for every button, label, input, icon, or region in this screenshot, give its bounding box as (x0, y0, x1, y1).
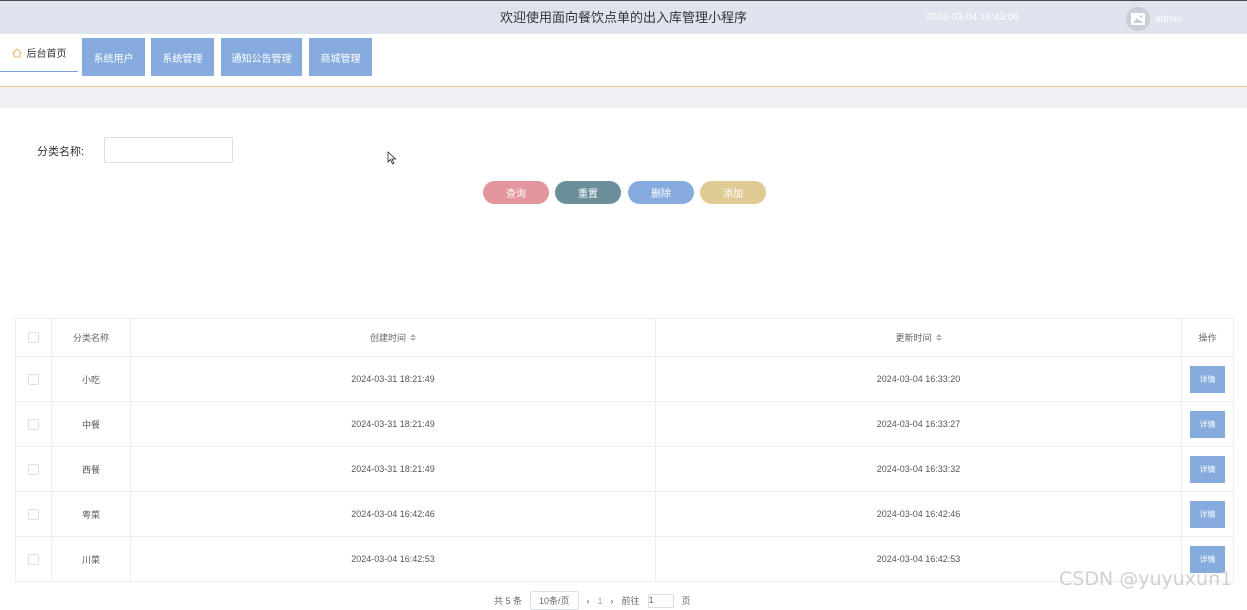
row-select-cell (16, 357, 52, 401)
category-table: 分类名称 创建时间 更新时间 操作 小吃 2024-03-31 18:21:49… (15, 318, 1234, 582)
nav-home-label: 后台首页 (26, 49, 67, 60)
category-name-label: 分类名称: (37, 146, 85, 158)
nav-item-system-users[interactable]: 系统用户 (82, 38, 145, 76)
cell-ops: 详情 (1182, 357, 1234, 401)
cell-ops: 详情 (1182, 492, 1234, 536)
table-row: 粤菜 2024-03-04 16:42:46 2024-03-04 16:42:… (16, 492, 1234, 537)
row-checkbox[interactable] (28, 553, 39, 565)
cell-created: 2024-03-04 16:42:53 (131, 537, 656, 581)
row-select-cell (16, 492, 52, 536)
row-checkbox[interactable] (28, 463, 39, 475)
row-select-cell (16, 537, 52, 581)
prev-page-icon[interactable]: ‹ (587, 596, 590, 606)
top-header: 欢迎使用面向餐饮点单的出入库管理小程序 2024-03-04 16:43:06 … (0, 0, 1247, 34)
watermark: CSDN @yuyuxun1 (1059, 568, 1233, 590)
reset-button[interactable]: 重置 (555, 181, 621, 204)
header-select-cell (16, 319, 52, 356)
header-created-label: 创建时间 (369, 333, 406, 343)
home-icon (11, 47, 22, 57)
nav-item-label: 通知公告管理 (231, 53, 292, 65)
cell-created: 2024-03-31 18:21:49 (131, 357, 656, 401)
header-updated[interactable]: 更新时间 (656, 319, 1182, 356)
top-nav: 后台首页 系统用户 系统管理 通知公告管理 商城管理 (0, 34, 1247, 87)
nav-item-label: 系统用户 (93, 53, 134, 65)
next-page-icon[interactable]: › (611, 596, 614, 606)
detail-button[interactable]: 详情 (1190, 365, 1225, 393)
goto-page-input[interactable]: 1 (647, 593, 674, 608)
cell-created: 2024-03-31 18:21:49 (131, 402, 656, 446)
row-checkbox[interactable] (28, 508, 39, 520)
table-row: 川菜 2024-03-04 16:42:53 2024-03-04 16:42:… (16, 537, 1234, 582)
detail-button[interactable]: 详情 (1190, 455, 1225, 483)
nav-item-notice-management[interactable]: 通知公告管理 (221, 38, 302, 76)
breadcrumb-bar (0, 87, 1247, 108)
cell-updated: 2024-03-04 16:33:20 (656, 357, 1182, 401)
cell-updated: 2024-03-04 16:33:27 (656, 402, 1182, 446)
header-name: 分类名称 (52, 319, 131, 356)
header-created[interactable]: 创建时间 (131, 319, 656, 356)
goto-label: 前往 (621, 596, 640, 606)
page-number-current[interactable]: 1 (598, 596, 603, 606)
row-checkbox[interactable] (28, 373, 39, 385)
table-row: 西餐 2024-03-31 18:21:49 2024-03-04 16:33:… (16, 447, 1234, 492)
select-all-checkbox[interactable] (28, 332, 39, 343)
cell-created: 2024-03-04 16:42:46 (131, 492, 656, 536)
query-button[interactable]: 查询 (483, 181, 549, 204)
page-unit-label: 页 (681, 596, 691, 606)
pagination-total: 共 5 条 (494, 596, 523, 606)
cell-ops: 详情 (1182, 447, 1234, 491)
app-title: 欢迎使用面向餐饮点单的出入库管理小程序 (499, 10, 747, 25)
nav-item-label: 商城管理 (320, 53, 361, 65)
image-icon (1131, 13, 1145, 25)
add-button[interactable]: 添加 (700, 181, 766, 204)
cell-created: 2024-03-31 18:21:49 (131, 447, 656, 491)
page-size-select[interactable]: 10条/页 (530, 591, 579, 610)
sort-icon[interactable] (935, 334, 942, 341)
table-row: 中餐 2024-03-31 18:21:49 2024-03-04 16:33:… (16, 402, 1234, 447)
header-ops: 操作 (1182, 319, 1234, 356)
table-row: 小吃 2024-03-31 18:21:49 2024-03-04 16:33:… (16, 357, 1234, 402)
cell-ops: 详情 (1182, 402, 1234, 446)
avatar[interactable] (1126, 7, 1150, 31)
header-updated-label: 更新时间 (895, 333, 932, 343)
row-select-cell (16, 447, 52, 491)
nav-home[interactable]: 后台首页 (0, 34, 78, 72)
table-header-row: 分类名称 创建时间 更新时间 操作 (16, 319, 1234, 357)
cell-name: 粤菜 (52, 492, 131, 536)
cell-name: 川菜 (52, 537, 131, 581)
row-checkbox[interactable] (28, 418, 39, 430)
sort-icon[interactable] (410, 334, 416, 341)
cell-name: 小吃 (52, 357, 131, 401)
pagination: 共 5 条 10条/页 ‹ 1 › 前往 1 页 (494, 591, 691, 610)
cell-name: 中餐 (52, 402, 131, 446)
delete-button[interactable]: 删除 (628, 181, 694, 204)
cell-updated: 2024-03-04 16:42:46 (656, 492, 1182, 536)
cell-name: 西餐 (52, 447, 131, 491)
nav-item-system-management[interactable]: 系统管理 (151, 38, 214, 76)
nav-item-mall-management[interactable]: 商城管理 (309, 38, 372, 76)
mouse-cursor-icon (387, 151, 397, 165)
cell-updated: 2024-03-04 16:33:32 (656, 447, 1182, 491)
category-name-input[interactable] (104, 137, 233, 163)
current-datetime: 2024-03-04 16:43:06 (926, 12, 1019, 23)
nav-item-label: 系统管理 (162, 53, 203, 65)
detail-button[interactable]: 详情 (1190, 410, 1225, 438)
row-select-cell (16, 402, 52, 446)
detail-button[interactable]: 详情 (1190, 500, 1225, 528)
